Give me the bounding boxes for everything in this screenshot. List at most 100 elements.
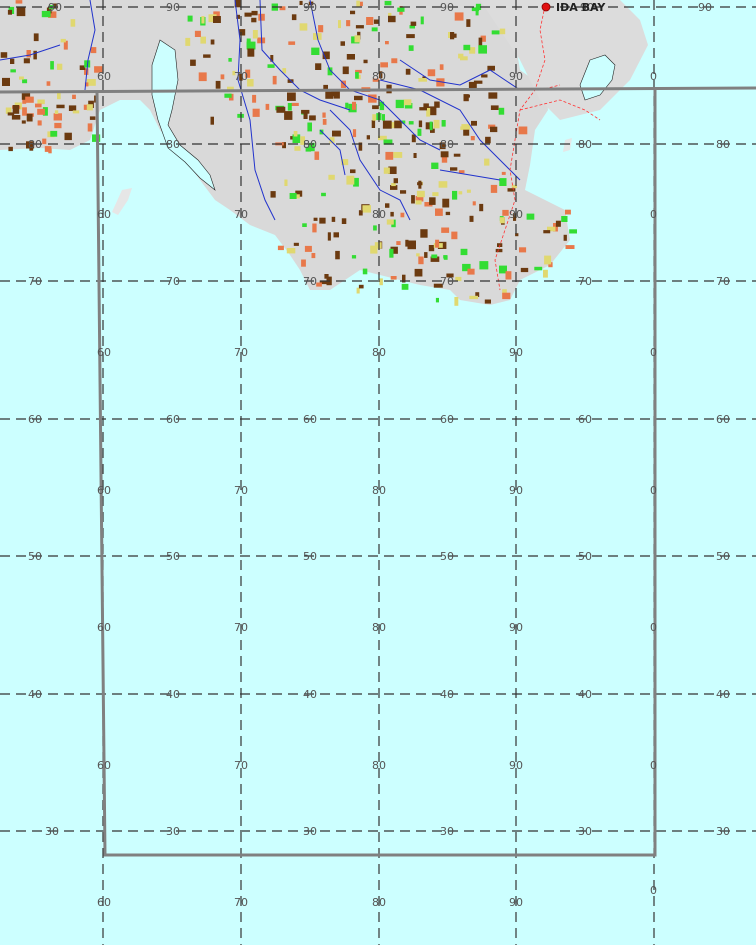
easting-90: 90 [509,208,523,221]
vegetation-cell [46,81,51,86]
vegetation-cell [314,151,320,160]
place-marker-icon [541,2,551,12]
vegetation-cell [342,66,349,75]
vegetation-cell [312,223,317,233]
easting-70: 70 [234,70,248,83]
vegetation-cell [400,190,407,194]
vegetation-cell [293,131,298,137]
vegetation-cell [284,111,293,120]
vegetation-cell [534,266,543,271]
vegetation-cell [284,179,288,186]
vegetation-cell [502,292,511,300]
vegetation-cell [441,227,450,233]
vegetation-cell [382,114,385,121]
vegetation-cell [371,120,376,128]
vegetation-cell [198,72,207,82]
vegetation-cell [203,54,211,58]
vegetation-cell [293,242,299,246]
label-60-b: 60 [166,413,180,426]
easting-0: 0 [650,346,657,359]
vegetation-cell [307,122,312,132]
vegetation-cell [37,120,42,126]
label-50-c: 50 [303,550,317,563]
vegetation-cell [0,52,8,58]
vegetation-cell [354,35,361,43]
vegetation-cell [362,268,368,275]
vegetation-cell [87,123,93,132]
vegetation-cell [15,0,23,4]
easting-90: 90 [509,70,523,83]
easting-70: 70 [234,484,248,497]
vegetation-cell [19,76,24,80]
vegetation-cell [416,253,420,257]
vegetation-cell [469,295,479,300]
label-70-d: 70 [440,275,454,288]
vegetation-cell [302,223,307,227]
vegetation-cell [418,78,427,82]
vegetation-cell [244,12,252,17]
vegetation-cell [286,248,296,254]
label-60-a: 60 [28,413,42,426]
label-40-f: 40 [716,688,730,701]
vegetation-cell [394,120,402,129]
easting-0: 0 [650,484,657,497]
vegetation-cell [393,152,403,158]
vegetation-cell [479,203,484,212]
vegetation-cell [252,94,257,103]
vegetation-cell [358,210,363,216]
easting-60: 60 [97,208,111,221]
vegetation-cell [485,136,491,144]
vegetation-cell [276,106,286,113]
vegetation-cell [54,110,59,114]
vegetation-cell [424,252,428,258]
vegetation-cell [479,261,489,270]
vegetation-cell [319,217,326,224]
label-40-c: 40 [303,688,317,701]
vegetation-cell [350,169,356,174]
vegetation-cell [488,92,498,99]
vegetation-cell [544,255,552,265]
easting-70: 70 [234,896,248,909]
easting-80: 80 [372,484,386,497]
vegetation-cell [543,230,551,234]
vegetation-cell [415,200,422,205]
vegetation-cell [354,95,363,101]
vegetation-cell [213,16,221,23]
vegetation-cell [346,175,355,185]
easting-0: 0 [650,70,657,83]
topographic-map[interactable]: 90 90 90 90 90 90 80 80 80 80 80 80 70 7… [0,0,756,945]
vegetation-cell [272,75,277,85]
label-60-c: 60 [303,413,317,426]
vegetation-cell [460,248,468,256]
vegetation-cell [363,59,368,64]
vegetation-cell [287,92,296,101]
vegetation-cell [434,101,440,108]
vegetation-cell [495,248,503,253]
vegetation-cell [450,32,455,40]
label-90-a: 90 [48,1,62,14]
vegetation-cell [251,17,257,23]
vegetation-cell [351,255,357,259]
vegetation-cell [418,256,424,265]
vegetation-cell [463,94,469,102]
vegetation-cell [68,105,77,111]
easting-60: 60 [97,70,111,83]
vegetation-cell [70,19,76,27]
vegetation-cell [481,74,488,78]
vegetation-cell [72,110,80,114]
vegetation-cell [414,268,423,277]
vegetation-cell [467,268,475,275]
vegetation-cell [345,102,349,109]
vegetation-cell [393,178,398,184]
vegetation-cell [416,190,425,198]
vegetation-cell [442,198,450,208]
vegetation-cell [451,231,458,240]
vegetation-cell [458,170,465,174]
vegetation-cell [501,171,506,175]
vegetation-cell [389,248,394,258]
vegetation-cell [379,278,383,286]
vegetation-cell [228,58,232,62]
vegetation-cell [352,129,357,138]
vegetation-cell [42,138,47,145]
vegetation-cell [331,216,336,222]
